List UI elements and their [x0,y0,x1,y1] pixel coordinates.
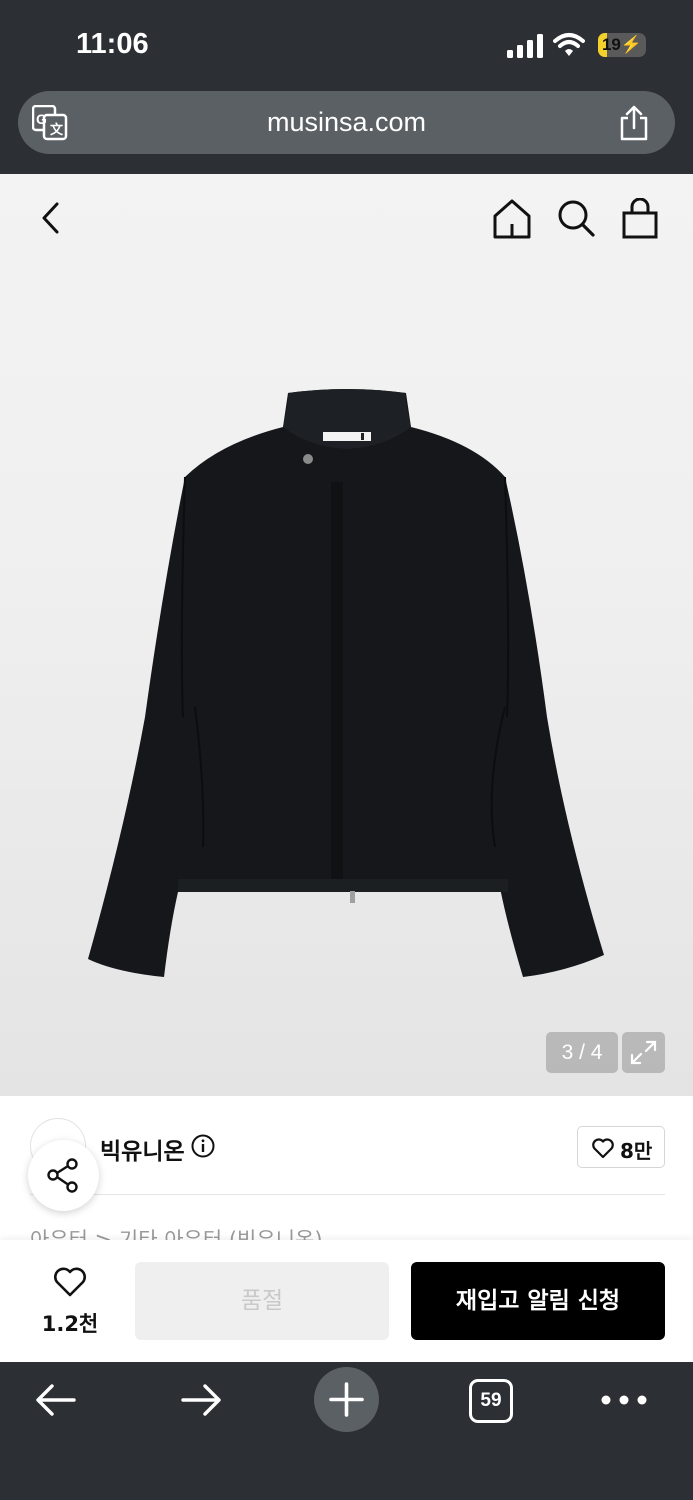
share-icon[interactable] [618,105,650,141]
url-text[interactable]: musinsa.com [18,91,675,154]
share-icon [47,1158,78,1193]
heart-icon [592,1138,614,1159]
share-button[interactable] [28,1140,99,1211]
cellular-signal-icon [507,34,543,58]
address-bar[interactable]: G 文 musinsa.com [18,91,675,154]
image-counter: 3 / 4 [546,1032,618,1073]
plus-icon [329,1382,364,1417]
battery-indicator: 19⚡ [598,33,646,57]
product-image-carousel[interactable]: 3 / 4 [0,174,693,1096]
tabs-button[interactable]: 59 [469,1379,513,1423]
brand-row: 빅유니온 8만 [0,1096,693,1196]
arrow-left-icon[interactable] [34,1380,78,1420]
expand-icon[interactable] [622,1032,665,1073]
soldout-button: 품절 [135,1262,389,1340]
more-dots-icon[interactable] [600,1390,648,1410]
browser-address-area: G 文 musinsa.com [0,90,693,174]
restock-alert-button[interactable]: 재입고 알림 신청 [411,1262,665,1340]
product-page: 3 / 4 빅유니온 8만 아우터 > 기타 아우터 (빅유니온) [0,174,693,1362]
new-tab-button[interactable] [314,1367,379,1432]
status-bar: 11:06 19⚡ [0,0,693,90]
wifi-icon [553,33,585,56]
battery-level: 19⚡ [601,35,643,54]
chevron-left-icon[interactable] [32,198,72,238]
divider [30,1194,665,1195]
search-icon[interactable] [556,198,596,240]
info-icon[interactable] [191,1134,215,1158]
brand-like-button[interactable]: 8만 [577,1126,665,1168]
shopping-bag-icon[interactable] [620,198,660,240]
purchase-bar: 1.2천 품절 재입고 알림 신청 [0,1240,693,1362]
status-time: 11:06 [76,28,149,60]
arrow-right-icon[interactable] [179,1380,223,1420]
product-image [88,389,604,977]
home-icon[interactable] [490,198,534,240]
brand-like-count: 8만 [620,1139,653,1163]
brand-name[interactable]: 빅유니온 [100,1132,185,1166]
charging-bolt-icon: ⚡ [620,35,643,54]
wishlist-button[interactable]: 1.2천 [30,1266,110,1336]
browser-toolbar: 59 [0,1362,693,1500]
wishlist-count: 1.2천 [41,1312,99,1336]
heart-icon [54,1267,86,1297]
